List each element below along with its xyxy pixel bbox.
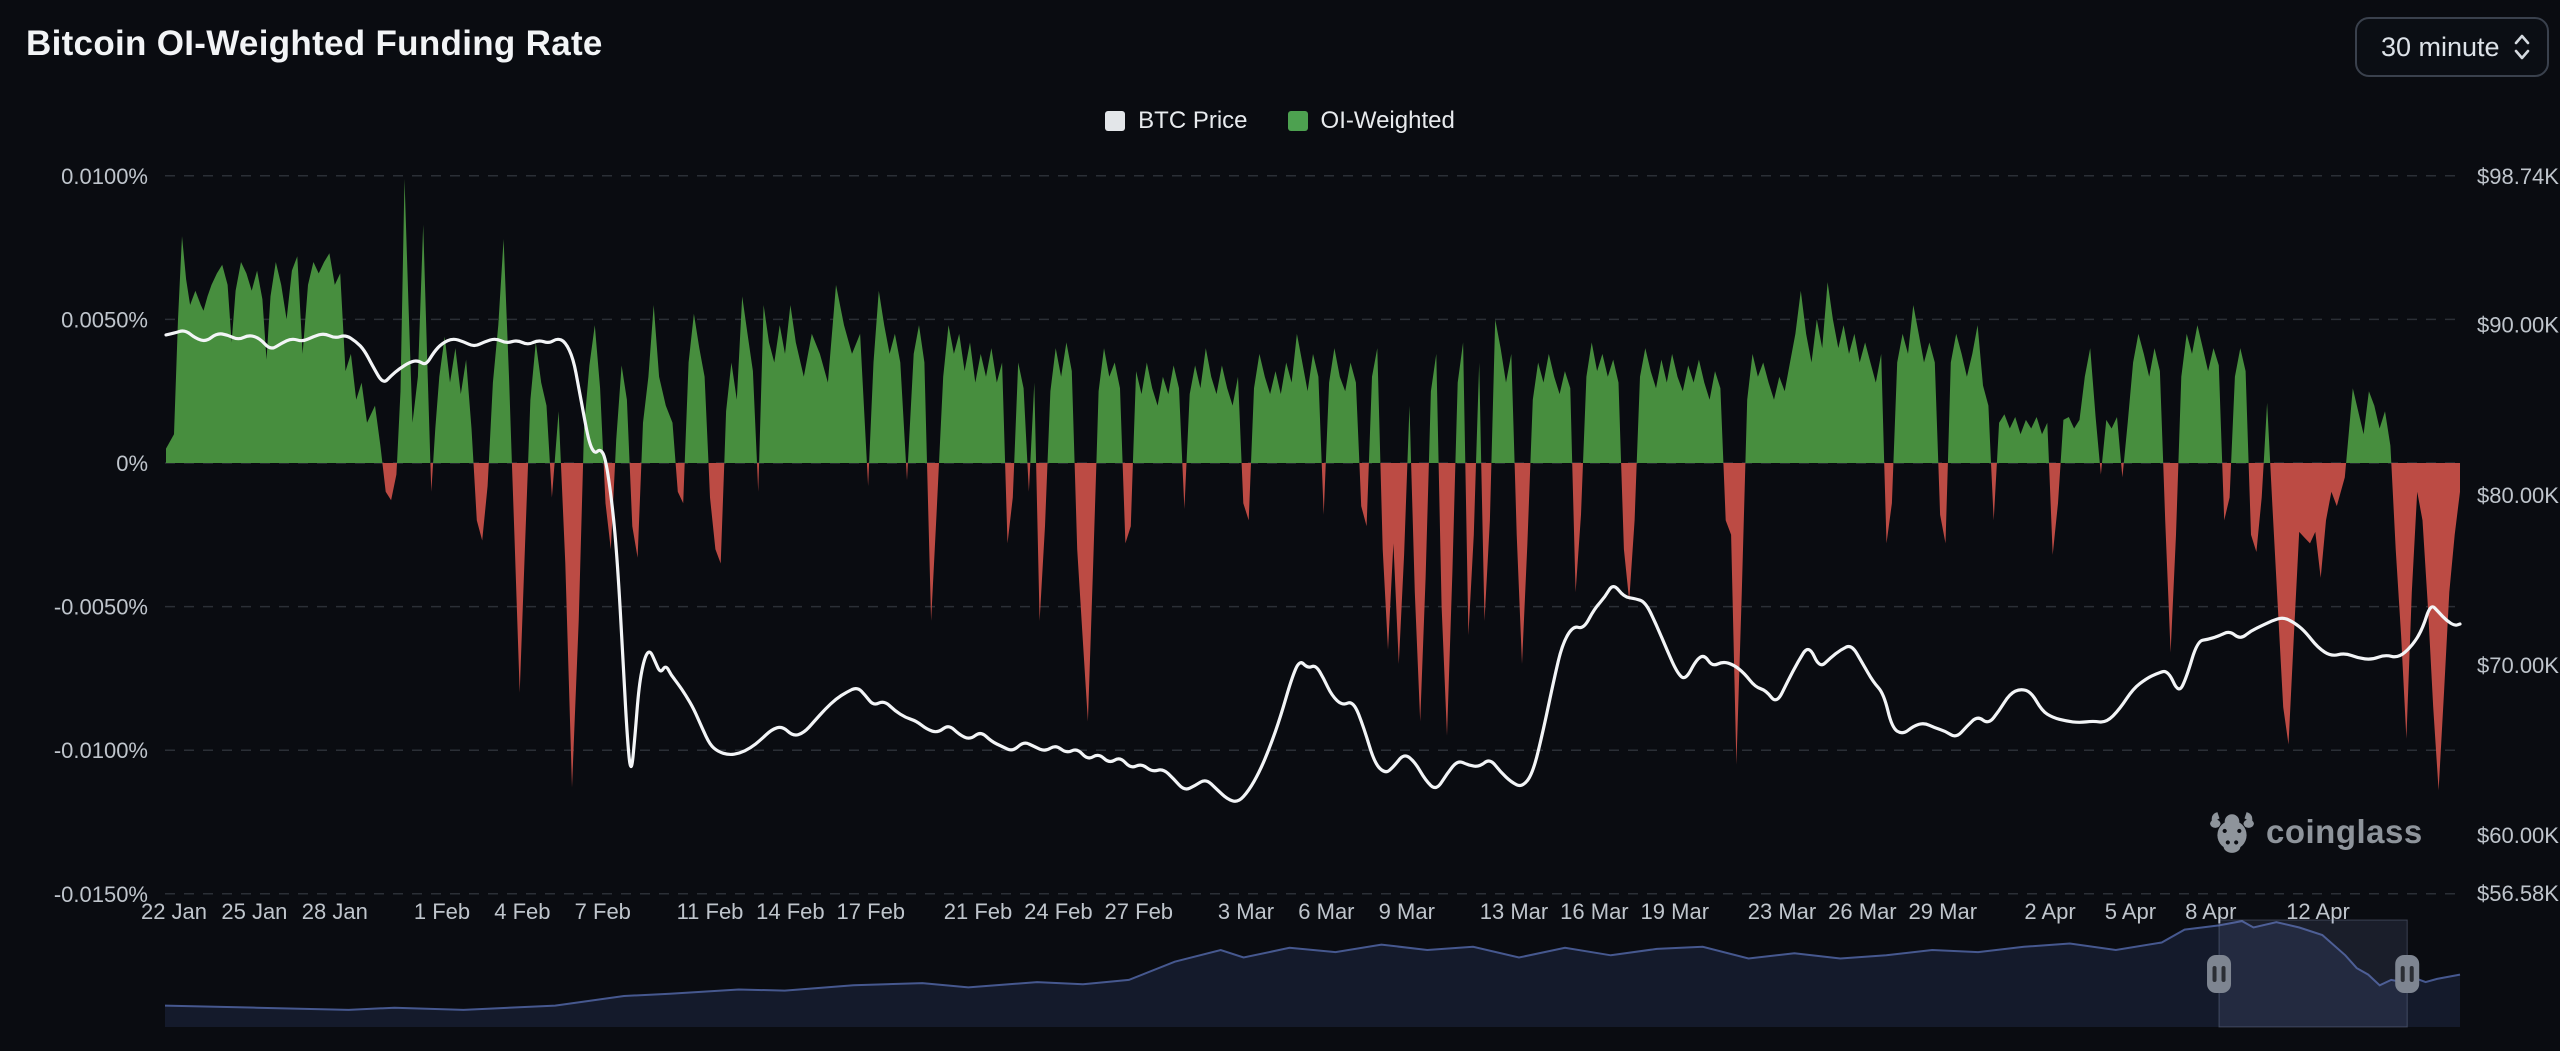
x-axis-label: 21 Feb bbox=[944, 899, 1013, 924]
x-axis-label: 5 Apr bbox=[2105, 899, 2156, 924]
x-axis-label: 16 Mar bbox=[1560, 899, 1628, 924]
y-axis-left-label: 0.0050% bbox=[61, 307, 148, 332]
y-axis-left-label: -0.0100% bbox=[54, 738, 148, 763]
x-axis-label: 28 Jan bbox=[302, 899, 368, 924]
oi-weighted-positive-area bbox=[166, 179, 2460, 463]
x-axis-label: 23 Mar bbox=[1748, 899, 1816, 924]
y-axis-left-label: -0.0050% bbox=[54, 595, 148, 620]
x-axis-label: 4 Feb bbox=[494, 899, 550, 924]
handle-grip-bar bbox=[2213, 966, 2217, 982]
navigator-area bbox=[165, 921, 2460, 1027]
x-axis-label: 29 Mar bbox=[1909, 899, 1977, 924]
coinglass-watermark: coinglass bbox=[2208, 808, 2423, 856]
coinglass-bull-icon bbox=[2208, 808, 2256, 856]
x-axis-label: 1 Feb bbox=[414, 899, 470, 924]
x-axis-label: 22 Jan bbox=[141, 899, 207, 924]
x-axis-label: 17 Feb bbox=[837, 899, 906, 924]
x-axis-label: 11 Feb bbox=[677, 899, 744, 924]
x-axis-label: 7 Feb bbox=[575, 899, 631, 924]
x-axis-label: 19 Mar bbox=[1641, 899, 1709, 924]
y-axis-right-label: $56.58K bbox=[2477, 881, 2559, 906]
navigator-selection[interactable] bbox=[2219, 920, 2407, 1027]
handle-grip-bar bbox=[2410, 966, 2414, 982]
x-axis-label: 6 Mar bbox=[1298, 899, 1354, 924]
y-axis-left-label: 0.0100% bbox=[61, 164, 148, 189]
x-axis-label: 26 Mar bbox=[1828, 899, 1896, 924]
y-axis-right-label: $60.00K bbox=[2477, 823, 2559, 848]
y-axis-right-label: $70.00K bbox=[2477, 653, 2559, 678]
y-axis-left-label: -0.0150% bbox=[54, 882, 148, 907]
navigator-handle-right[interactable] bbox=[2395, 955, 2419, 993]
y-axis-left-label: 0% bbox=[116, 451, 148, 476]
x-axis-label: 27 Feb bbox=[1105, 899, 1174, 924]
x-axis-label: 24 Feb bbox=[1024, 899, 1093, 924]
x-axis-label: 13 Mar bbox=[1480, 899, 1548, 924]
watermark-text: coinglass bbox=[2266, 813, 2423, 851]
y-axis-right-label: $98.74K bbox=[2477, 164, 2559, 189]
x-axis-label: 9 Mar bbox=[1379, 899, 1435, 924]
navigator-handle-left[interactable] bbox=[2207, 955, 2231, 993]
y-axis-right-label: $90.00K bbox=[2477, 313, 2559, 338]
x-axis-label: 25 Jan bbox=[221, 899, 287, 924]
funding-rate-chart[interactable]: 0.0100% 0.0050% 0% -0.0050% -0.0100% -0.0150%… bbox=[0, 0, 2560, 1051]
handle-grip-bar bbox=[2401, 966, 2405, 982]
x-axis-label: 3 Mar bbox=[1218, 899, 1274, 924]
x-axis-label: 2 Apr bbox=[2024, 899, 2075, 924]
handle-grip-bar bbox=[2222, 966, 2226, 982]
oi-weighted-negative-area bbox=[166, 463, 2460, 790]
x-axis-label: 14 Feb bbox=[756, 899, 825, 924]
y-axis-right-label: $80.00K bbox=[2477, 483, 2559, 508]
